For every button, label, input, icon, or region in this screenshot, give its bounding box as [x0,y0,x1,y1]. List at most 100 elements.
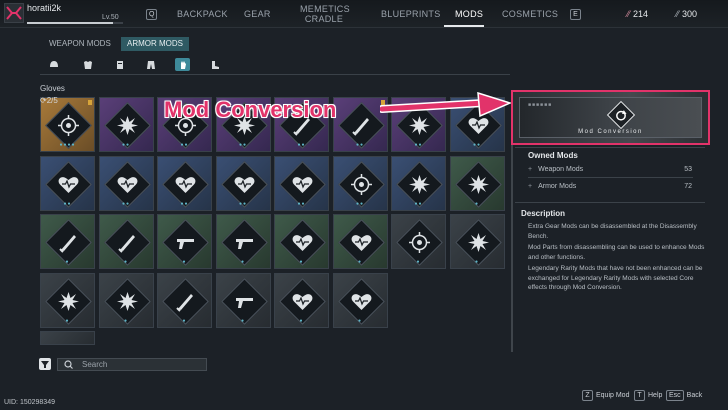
mod-rank-dots: ●● [180,142,189,148]
mod-tile[interactable]: ● [157,272,212,328]
mod-tile[interactable]: ● [274,272,329,328]
mod-tile[interactable]: ●● [98,97,154,152]
mod-rank-dots: ● [65,317,70,324]
heart-icon [58,176,79,193]
mod-tile[interactable]: ●● [274,155,329,211]
help-label: Help [648,392,663,399]
owned-armor-mods: + Armor Mods 72 [528,183,692,190]
description-paragraph: Extra Gear Mods can be disassembled at t… [528,223,697,240]
mod-tile[interactable]: ●● [332,155,388,211]
knife-icon [176,293,193,312]
heart-icon [292,293,313,310]
mod-rank-dots: ● [182,259,187,265]
search-input[interactable] [57,358,207,371]
mod-part-icon: ⁄⁄ [627,9,631,19]
knife-icon [351,118,369,136]
gloves-icon[interactable] [175,58,190,71]
tab-armor-mods[interactable]: ARMOR MODS [121,37,189,51]
mod-tile[interactable]: ●● [157,155,212,211]
target-icon [409,232,430,253]
mod-tile[interactable]: ● [391,214,446,269]
mod-tile[interactable]: ●● [215,155,271,211]
top-bar: horatii2k Lv.50 Q BACKPACK GEAR MEMETICS… [0,0,728,28]
equip-mod-hint[interactable]: Z Equip Mod [582,390,629,401]
mod-tile[interactable]: ●● [98,155,154,211]
equip-key: Z [582,390,593,401]
heart-icon [117,176,137,193]
boots-icon[interactable] [207,58,222,71]
filter-icon[interactable] [39,358,51,370]
tab-weapon-mods[interactable]: WEAPON MODS [43,37,117,51]
mod-tile[interactable]: ●● [391,155,446,211]
gun-icon [235,297,253,308]
back-key: Esc [666,390,684,401]
panel-divider [515,202,705,203]
chest-icon[interactable] [80,58,95,71]
username: horatii2k [27,3,62,13]
tab-memetics-cradle[interactable]: MEMETICS CRADLE [300,4,350,24]
heart-icon [234,176,254,193]
mod-tile[interactable]: ● [449,155,505,211]
target-icon [350,173,372,195]
mod-rank-dots: ●● [297,142,306,148]
mod-rank-dots: ●● [355,200,365,207]
tab-mods[interactable]: MODS [455,9,483,19]
xp-bar-fill [27,22,114,24]
xp-bar [27,22,123,24]
heart-icon [175,176,196,193]
mod-conversion-button[interactable]: ■■■■■■ Mod Conversion [511,90,710,145]
tab-cosmetics[interactable]: COSMETICS [502,9,558,19]
mod-tile[interactable]: ● [40,214,95,269]
mod-tile[interactable]: ● [332,272,388,328]
mask-icon[interactable] [112,58,127,71]
mod-tile[interactable]: ● [215,272,271,328]
description-body: Extra Gear Mods can be disassembled at t… [528,222,708,295]
capacity-icon: ⟳ [40,96,47,105]
helmet-icon[interactable] [46,58,61,71]
back-hint[interactable]: Esc Back [666,390,702,401]
owned-weapon-mods: + Weapon Mods 53 [528,166,692,173]
mod-tile[interactable] [40,331,95,345]
mod-tile[interactable]: ● [40,272,95,328]
mod-rank-dots: ● [474,259,480,265]
knife-icon [59,235,76,253]
tab-gear[interactable]: GEAR [244,9,271,19]
mod-rank-dots: ●● [238,200,248,207]
mod-rank-dots: ●● [297,200,306,207]
help-hint[interactable]: T Help [634,390,662,401]
mod-tile[interactable]: ●● [40,155,95,211]
bullet-icon: + [528,166,533,173]
pants-icon[interactable] [143,58,158,71]
mod-tile[interactable]: ● [98,272,154,328]
mod-tile[interactable]: ● [98,214,154,269]
tab-backpack[interactable]: BACKPACK [177,9,228,19]
mod-rank-dots: ● [299,317,304,324]
bullet-icon: + [528,183,533,190]
gun-icon [235,239,253,249]
material-icon: ⁄⁄ [676,9,680,19]
tab-blueprints[interactable]: BLUEPRINTS [381,9,441,19]
mod-conversion-label: Mod Conversion [578,129,643,135]
conversion-decor: ■■■■■■ [528,102,553,108]
mod-rank-dots: ● [240,317,246,324]
mod-tile[interactable]: ●●●● [40,97,95,152]
description-paragraph: Legendary Rarity Mods that have not been… [528,265,703,291]
mod-tile[interactable]: ● [215,214,271,269]
mod-tile[interactable]: ● [274,214,329,269]
owned-row-label: Weapon Mods [538,166,584,173]
target-icon [58,115,79,136]
mod-tile[interactable]: ● [449,214,505,269]
prev-tab-key[interactable]: Q [146,9,158,20]
next-tab-key[interactable]: E [570,9,581,20]
mod-rank-dots: ● [416,259,421,265]
mod-tile[interactable]: ● [157,214,212,269]
back-label: Back [686,392,703,399]
description-paragraph: Mod Parts from disassembling can be used… [528,244,705,261]
mod-rank-dots: ● [357,317,363,324]
slot-capacity: ⟳2/5 [40,96,58,105]
mod-rank-dots: ● [299,259,304,265]
owned-row-label: Armor Mods [538,183,577,190]
mod-rank-dots: ●● [414,200,423,207]
mod-tile[interactable]: ● [332,214,388,269]
conversion-icon [606,100,636,130]
